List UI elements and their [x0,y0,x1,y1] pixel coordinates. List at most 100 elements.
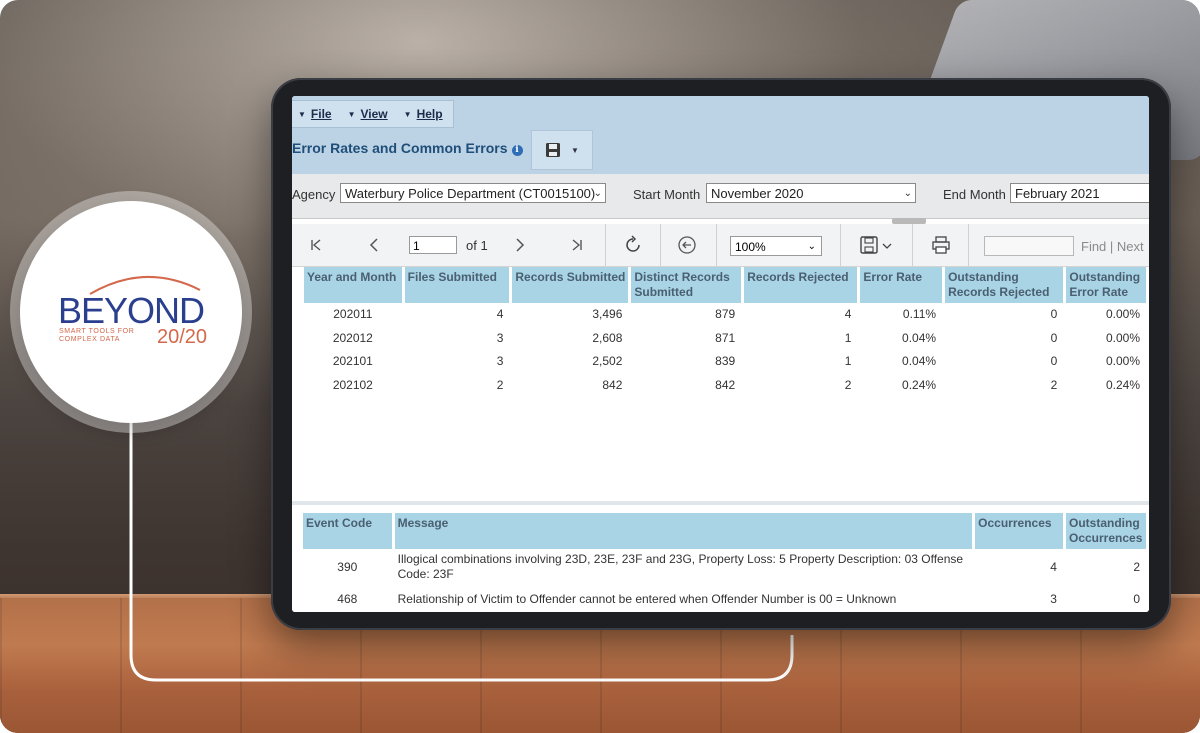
table-row: 202101 3 2,502 839 1 0.04% 0 0.00% [304,350,1146,374]
page-number-input[interactable]: 1 [409,236,457,254]
table-row: 202011 4 3,496 879 4 0.11% 0 0.00% [304,303,1146,327]
agency-value: Waterbury Police Department (CT0015100) [345,186,596,201]
header-records-rejected[interactable]: Records Rejected [744,267,858,303]
table-cell: 0.00% [1105,307,1140,322]
dropdown-triangle-icon: ▼ [403,109,412,119]
start-month-value: November 2020 [711,186,804,201]
toolbar-separator [912,224,913,266]
first-page-icon [311,239,321,251]
printer-icon [932,236,950,254]
report-toolbar: 1 of 1 100% ⌄ Find | Next [292,224,1149,267]
last-page-button[interactable] [567,232,587,258]
chevron-right-icon [516,238,525,252]
start-month-select[interactable]: November 2020 ⌄ [706,183,916,203]
list-item: 390 Illogical combinations involving 23D,… [303,549,1146,585]
table-cell: 0.04% [902,330,937,345]
table-cell: 3 [1050,592,1057,607]
chevron-down-icon: ⌄ [593,188,602,199]
header-occurrences[interactable]: Occurrences [975,513,1063,549]
table-cell: 0 [1050,307,1058,322]
table-cell: 4 [844,307,852,322]
table-cell: 0.00% [1105,354,1140,369]
table-row: 202012 3 2,608 871 1 0.04% 0 0.00% [304,327,1146,351]
end-month-label: End Month [943,187,1006,202]
table-cell: 2,608 [592,330,623,345]
info-icon[interactable]: i [511,145,523,156]
end-month-select[interactable]: February 2021 [1010,183,1149,203]
menu-file[interactable]: ▼ File [292,101,342,127]
last-page-icon [572,239,582,251]
page-number-value: 1 [413,239,420,253]
common-errors-table: Event Code Message Occurrences Outstandi… [300,513,1149,612]
end-month-value: February 2021 [1015,186,1100,201]
page-count-label: of 1 [466,238,488,253]
save-disk-icon [546,143,561,157]
report-header: ▼ File ▼ View ▼ Help Error Rates and Common… [292,96,1149,174]
print-button[interactable] [930,232,952,258]
chevron-down-icon: ⌄ [903,188,912,199]
table-cell: 0 [1050,354,1058,369]
header-distinct-records[interactable]: Distinct Records Submitted [631,267,742,303]
table-row: 202102 2 842 842 2 0.24% 2 0.24% [304,374,1146,398]
table-header-row: Event Code Message Occurrences Outstandi… [303,513,1146,549]
table-cell: 2 [1133,559,1140,574]
export-menu-button[interactable]: ▼ [531,130,593,170]
find-input[interactable] [984,236,1074,256]
table-cell: 4 [496,307,504,322]
table-cell: 0.00% [1105,330,1140,345]
list-item: 468 Relationship of Victim to Offender ca… [303,585,1146,612]
chevron-left-icon [369,238,378,252]
table-cell: 0.24% [1105,377,1140,392]
header-event-code[interactable]: Event Code [303,513,392,549]
agency-select[interactable]: Waterbury Police Department (CT0015100) … [340,183,606,203]
table-cell: 202101 [332,354,373,369]
table-cell: 2 [844,377,852,392]
refresh-icon [626,235,640,252]
header-files-submitted[interactable]: Files Submitted [404,267,510,303]
table-cell: 4 [1050,559,1057,574]
table-cell: 842 [602,377,623,392]
start-month-label: Start Month [633,187,701,202]
header-outstanding-error-rate[interactable]: Outstanding Error Rate [1066,267,1146,303]
table-cell: 839 [715,354,736,369]
next-page-button[interactable] [510,232,530,258]
first-page-button[interactable] [306,232,326,258]
export-button[interactable] [856,232,898,258]
find-next-links[interactable]: Find | Next [1081,239,1144,254]
header-error-rate[interactable]: Error Rate [860,267,943,303]
logo-badge: BEYOND SMART TOOLS FOR COMPLEX DATA 20/2… [20,201,242,423]
previous-page-button[interactable] [364,232,384,258]
menu-view[interactable]: ▼ View [342,101,398,127]
table-header-row: Year and Month Files Submitted Records S… [304,267,1146,303]
toolbar-separator [716,224,717,266]
header-outstanding-occurrences[interactable]: Outstanding Occurrences [1065,513,1146,549]
logo-tagline: SMART TOOLS FOR COMPLEX DATA [59,328,135,343]
table-cell: 2 [1050,377,1058,392]
header-outstanding-rejected[interactable]: Outstanding Records Rejected [945,267,1064,303]
table-cell: 2,502 [592,354,623,369]
refresh-button[interactable] [622,232,644,258]
menu-help[interactable]: ▼ Help [398,101,453,127]
report-title: Error Rates and Common Errors i [292,140,523,156]
header-year-month[interactable]: Year and Month [304,267,402,303]
zoom-value: 100% [735,240,766,254]
table-cell: 202012 [332,330,373,345]
header-message[interactable]: Message [394,513,973,549]
table-cell: 3,496 [592,307,623,322]
table-cell: 0.11% [902,307,937,322]
header-records-submitted[interactable]: Records Submitted [512,267,629,303]
report-body: Year and Month Files Submitted Records S… [292,267,1149,612]
toolbar-separator [840,224,841,266]
error-rate-summary-table: Year and Month Files Submitted Records S… [301,267,1149,397]
back-arrow-icon [678,236,696,254]
save-disk-icon [860,236,892,254]
report-title-text: Error Rates and Common Errors [292,140,508,156]
back-button[interactable] [676,232,698,258]
zoom-select[interactable]: 100% ⌄ [730,236,822,256]
logo-number: 20/20 [157,326,208,348]
toolbar-separator [660,224,661,266]
parameter-bar: Agency Waterbury Police Department (CT00… [292,174,1149,219]
chevron-down-icon: ⌄ [807,241,816,252]
menu-bar: ▼ File ▼ View ▼ Help [292,100,454,128]
table-cell: 202102 [332,377,373,392]
